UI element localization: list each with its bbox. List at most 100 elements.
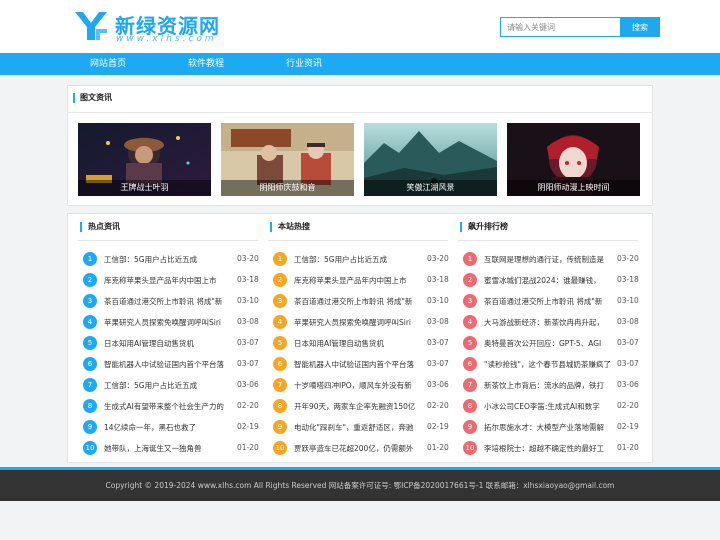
list-item[interactable]: 8 开年90天，两家车企率先融资150亿 02-20 xyxy=(273,399,449,413)
list-item-date: 03-07 xyxy=(237,338,259,347)
list-item-title[interactable]: 蜜雪冰城们混战2024：谁最赚钱， xyxy=(484,275,612,286)
list-item[interactable]: 3 茶百道通过港交所上市聆讯 将成"新 03-10 xyxy=(463,294,639,308)
rank-badge: 1 xyxy=(273,252,287,266)
list-item[interactable]: 10 李培根院士：超越不确定性的最好工 01-20 xyxy=(463,441,639,455)
site-footer: Copyright © 2019-2024 www.xlhs.com All R… xyxy=(0,470,720,501)
list-item-date: 03-08 xyxy=(427,317,449,326)
list-item-title[interactable]: 智能机器人中试验证国内首个平台落 xyxy=(294,359,422,370)
list-item-title[interactable]: 日本知用AI管理自动售货机 xyxy=(104,338,232,349)
gallery-item[interactable]: 阴阳师庆鼓和音 xyxy=(221,123,354,196)
gallery-item[interactable]: 王牌战士叶羽 xyxy=(78,123,211,196)
list-item-title[interactable]: 开年90天，两家车企率先融资150亿 xyxy=(294,401,422,412)
list-item-title[interactable]: 互联网是理想的通行证，传统制造是 xyxy=(484,254,612,265)
list-item[interactable]: 9 14亿续命一年，黑石也救了 02-19 xyxy=(83,420,259,434)
list-item[interactable]: 1 工信部：5G用户占比近五成 03-20 xyxy=(273,252,449,266)
list-item-title[interactable]: 拓尔思施水才：大模型产业落地需解 xyxy=(484,422,612,433)
column-divider xyxy=(458,240,638,241)
list-item[interactable]: 2 库克称苹果头显产品年内中国上市 03-18 xyxy=(83,273,259,287)
list-item-date: 03-07 xyxy=(427,359,449,368)
rank-badge: 9 xyxy=(273,420,287,434)
column-divider xyxy=(268,240,448,241)
nav-item-home[interactable]: 网站首页 xyxy=(90,53,126,75)
list-item-title[interactable]: 十岁嘀嗒四冲IPO，顺风车外没有新 xyxy=(294,380,422,391)
list-item[interactable]: 4 苹果研究人员探索免唤醒词呼叫Siri 03-08 xyxy=(83,315,259,329)
list-item-title[interactable]: 工信部：5G用户占比近五成 xyxy=(104,380,232,391)
search-box: 搜索 xyxy=(500,17,660,37)
list-item-title[interactable]: 小冰公司CEO李笛:生成式AI和数字 xyxy=(484,401,612,412)
column-title-hot: 热点资讯 xyxy=(80,222,120,232)
list-item-title[interactable]: 电动化"踩刹车"，重返舒适区，奔驰 xyxy=(294,422,422,433)
list-item[interactable]: 6 "读秒抢钱"，这个春节县城奶茶赚疯了 03-07 xyxy=(463,357,639,371)
list-item-title[interactable]: 生成式AI有望带来整个社会生产力的 xyxy=(104,401,232,412)
list-item[interactable]: 2 库克称苹果头显产品年内中国上市 03-18 xyxy=(273,273,449,287)
list-item-title[interactable]: 她带队，上海诞生又一独角兽 xyxy=(104,443,232,454)
list-item[interactable]: 9 拓尔思施水才：大模型产业落地需解 02-19 xyxy=(463,420,639,434)
list-item[interactable]: 10 她带队，上海诞生又一独角兽 01-20 xyxy=(83,441,259,455)
list-item-title[interactable]: 苹果研究人员探索免唤醒词呼叫Siri xyxy=(104,317,232,328)
list-item-date: 03-08 xyxy=(237,317,259,326)
gallery-item[interactable]: 笑傲江湖风景 xyxy=(364,123,497,196)
list-item[interactable]: 8 小冰公司CEO李笛:生成式AI和数字 02-20 xyxy=(463,399,639,413)
list-item[interactable]: 4 苹果研究人员探索免唤醒词呼叫Siri 03-08 xyxy=(273,315,449,329)
rank-badge: 6 xyxy=(273,357,287,371)
site-logo[interactable]: 新绿资源网 www.xlhs.com xyxy=(74,10,234,46)
rank-badge: 3 xyxy=(463,294,477,308)
list-item-date: 03-06 xyxy=(237,380,259,389)
list-item[interactable]: 2 蜜雪冰城们混战2024：谁最赚钱， 03-18 xyxy=(463,273,639,287)
search-button[interactable]: 搜索 xyxy=(620,17,660,37)
list-item[interactable]: 6 智能机器人中试验证国内首个平台落 03-07 xyxy=(273,357,449,371)
list-item[interactable]: 1 互联网是理想的通行证，传统制造是 03-20 xyxy=(463,252,639,266)
list-item-title[interactable]: 库克称苹果头显产品年内中国上市 xyxy=(294,275,422,286)
list-item[interactable]: 10 贾跃亭造车已花超200亿，仍需额外 01-20 xyxy=(273,441,449,455)
column-title-trending: 本站热搜 xyxy=(270,222,310,232)
gallery-item[interactable]: 阴阳师动漫上映时间 xyxy=(507,123,640,196)
rank-badge: 1 xyxy=(83,252,97,266)
list-item[interactable]: 7 新茶饮上市背后：流水的品牌，铁打 03-06 xyxy=(463,378,639,392)
list-item-date: 03-06 xyxy=(427,380,449,389)
list-item[interactable]: 8 生成式AI有望带来整个社会生产力的 02-20 xyxy=(83,399,259,413)
site-subtitle: www.xlhs.com xyxy=(116,34,217,44)
nav-item-news[interactable]: 行业资讯 xyxy=(286,53,322,75)
search-input[interactable] xyxy=(500,17,621,37)
rank-badge: 8 xyxy=(273,399,287,413)
list-item-title[interactable]: 茶百道通过港交所上市聆讯 将成"新 xyxy=(104,296,232,307)
list-item[interactable]: 5 奥特曼首次公开回应：GPT-5、AGI 03-07 xyxy=(463,336,639,350)
list-item-title[interactable]: 新茶饮上市背后：流水的品牌，铁打 xyxy=(484,380,612,391)
list-item[interactable]: 3 茶百道通过港交所上市聆讯 将成"新 03-10 xyxy=(273,294,449,308)
list-item-title[interactable]: 茶百道通过港交所上市聆讯 将成"新 xyxy=(484,296,612,307)
list-item-title[interactable]: 大马游战新经济：新茶饮冉冉升起， xyxy=(484,317,612,328)
list-item-title[interactable]: 李培根院士：超越不确定性的最好工 xyxy=(484,443,612,454)
list-item[interactable]: 5 日本知用AI管理自动售货机 03-07 xyxy=(83,336,259,350)
rank-badge: 4 xyxy=(273,315,287,329)
gallery-title: 图文资讯 xyxy=(73,93,112,103)
list-item[interactable]: 9 电动化"踩刹车"，重返舒适区，奔驰 02-19 xyxy=(273,420,449,434)
list-item[interactable]: 7 十岁嘀嗒四冲IPO，顺风车外没有新 03-06 xyxy=(273,378,449,392)
list-item-title[interactable]: 库克称苹果头显产品年内中国上市 xyxy=(104,275,232,286)
column-title-ranking: 飙升排行榜 xyxy=(460,222,508,232)
list-item-title[interactable]: 日本知用AI管理自动售货机 xyxy=(294,338,422,349)
list-item[interactable]: 7 工信部：5G用户占比近五成 03-06 xyxy=(83,378,259,392)
rank-badge: 1 xyxy=(463,252,477,266)
list-item[interactable]: 6 智能机器人中试验证国内首个平台落 03-07 xyxy=(83,357,259,371)
list-item-title[interactable]: 工信部：5G用户占比近五成 xyxy=(104,254,232,265)
list-item-title[interactable]: 苹果研究人员探索免唤醒词呼叫Siri xyxy=(294,317,422,328)
rank-badge: 5 xyxy=(273,336,287,350)
list-item-title[interactable]: 奥特曼首次公开回应：GPT-5、AGI xyxy=(484,338,612,349)
list-item-title[interactable]: "读秒抢钱"，这个春节县城奶茶赚疯了 xyxy=(484,359,612,370)
list-item-title[interactable]: 智能机器人中试验证国内首个平台落 xyxy=(104,359,232,370)
rank-badge: 8 xyxy=(83,399,97,413)
list-item-title[interactable]: 工信部：5G用户占比近五成 xyxy=(294,254,422,265)
list-item[interactable]: 5 日本知用AI管理自动售货机 03-07 xyxy=(273,336,449,350)
rank-badge: 10 xyxy=(463,441,477,455)
list-item[interactable]: 1 工信部：5G用户占比近五成 03-20 xyxy=(83,252,259,266)
list-item[interactable]: 4 大马游战新经济：新茶饮冉冉升起， 03-08 xyxy=(463,315,639,329)
list-item-date: 02-19 xyxy=(427,422,449,431)
list-item-title[interactable]: 14亿续命一年，黑石也救了 xyxy=(104,422,232,433)
list-item[interactable]: 3 茶百道通过港交所上市聆讯 将成"新 03-10 xyxy=(83,294,259,308)
rank-badge: 2 xyxy=(83,273,97,287)
list-item-title[interactable]: 茶百道通过港交所上市聆讯 将成"新 xyxy=(294,296,422,307)
list-item-date: 03-10 xyxy=(427,296,449,305)
nav-item-tutorials[interactable]: 软件教程 xyxy=(188,53,224,75)
list-item-title[interactable]: 贾跃亭造车已花超200亿，仍需额外 xyxy=(294,443,422,454)
rank-badge: 2 xyxy=(463,273,477,287)
